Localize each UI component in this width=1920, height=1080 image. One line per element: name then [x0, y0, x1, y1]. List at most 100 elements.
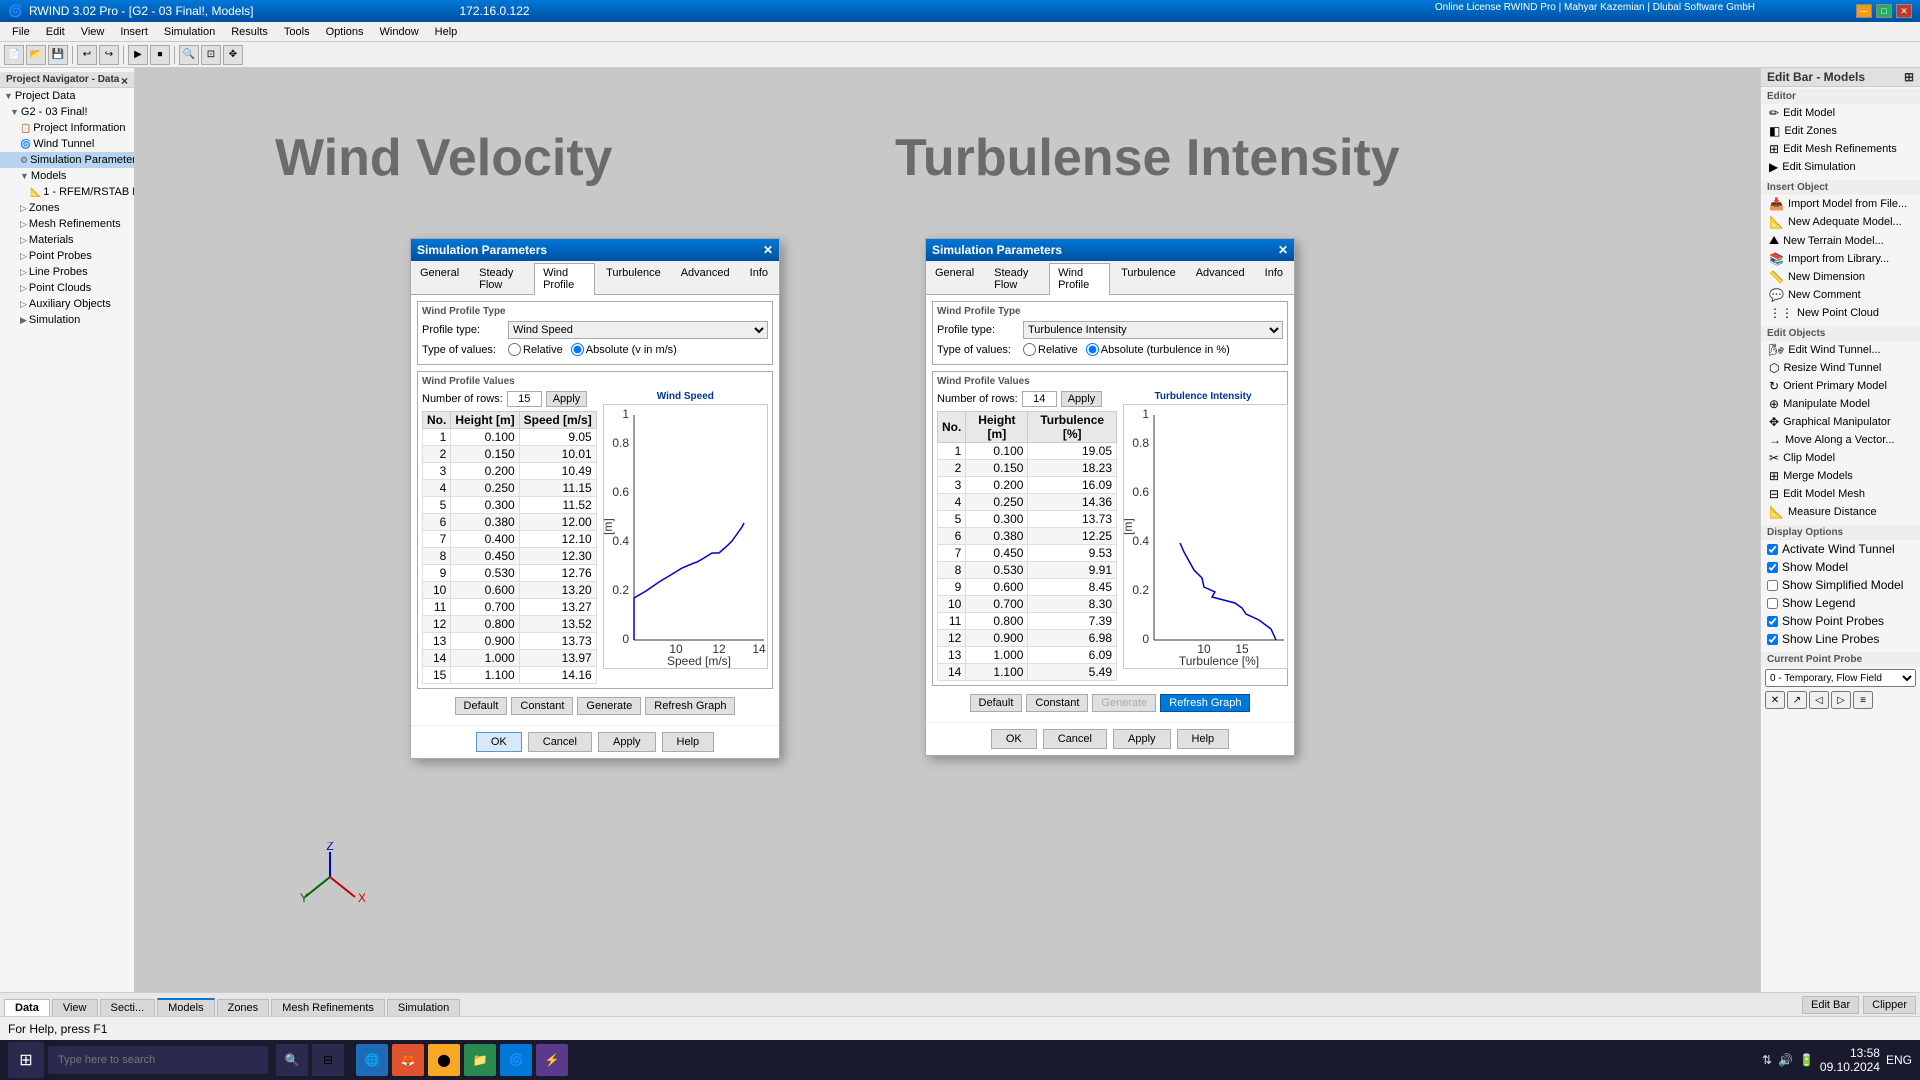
tab-wind-profile[interactable]: Wind Profile [534, 263, 595, 295]
radio-absolute-label[interactable]: Absolute (v in m/s) [571, 343, 677, 356]
tab-turbulence[interactable]: Turbulence [597, 263, 670, 294]
dialog-turb-close-button[interactable]: ✕ [1278, 243, 1288, 257]
new-dimension-item[interactable]: 📏 New Dimension [1761, 268, 1920, 286]
turb-tab-wind-profile[interactable]: Wind Profile [1049, 263, 1110, 295]
new-terrain-item[interactable]: ⛰ New Terrain Model... [1761, 231, 1920, 250]
wind-refresh-graph-button[interactable]: Refresh Graph [645, 697, 735, 715]
tree-item-rfem[interactable]: 📐 1 - RFEM/RSTAB Mo... [0, 184, 134, 200]
wind-rows-input[interactable] [507, 391, 542, 407]
turb-help-button[interactable]: Help [1177, 729, 1230, 749]
toolbar-new[interactable]: 📄 [4, 45, 24, 65]
display-show-model[interactable]: Show Model [1761, 558, 1920, 576]
bottom-tab-mesh-refinements[interactable]: Mesh Refinements [271, 999, 385, 1016]
bottom-tab-secti[interactable]: Secti... [100, 999, 156, 1016]
menu-options[interactable]: Options [318, 24, 372, 40]
bottom-tab-view[interactable]: View [52, 999, 98, 1016]
tree-item-models[interactable]: ▼ Models [0, 168, 134, 184]
graphical-manipulator-item[interactable]: ✥ Graphical Manipulator [1761, 413, 1920, 431]
taskbar-ie-icon[interactable]: 🌐 [356, 1044, 388, 1076]
bottom-tab-models[interactable]: Models [157, 998, 214, 1016]
menu-insert[interactable]: Insert [112, 24, 156, 40]
menu-tools[interactable]: Tools [276, 24, 318, 40]
show-model-checkbox[interactable] [1767, 562, 1778, 573]
turb-apply-button[interactable]: Apply [1113, 729, 1171, 749]
probe-delete-button[interactable]: ✕ [1765, 691, 1785, 709]
taskbar-search-input[interactable] [48, 1046, 268, 1074]
current-probe-select[interactable]: 0 - Temporary, Flow Field [1765, 669, 1916, 687]
taskbar-rwind-icon[interactable]: 🌀 [500, 1044, 532, 1076]
turb-tab-steady-flow[interactable]: Steady Flow [985, 263, 1047, 294]
turb-ok-button[interactable]: OK [991, 729, 1037, 749]
wind-rows-apply-button[interactable]: Apply [546, 391, 588, 407]
edit-model-mesh-item[interactable]: ⊟ Edit Model Mesh [1761, 485, 1920, 503]
menu-file[interactable]: File [4, 24, 38, 40]
toolbar-zoom[interactable]: 🔍 [179, 45, 199, 65]
edit-wind-tunnel-item[interactable]: 🌬 Edit Wind Tunnel... [1761, 341, 1920, 359]
edit-zones-item[interactable]: ◧ Edit Zones [1761, 122, 1920, 140]
manipulate-model-item[interactable]: ⊕ Manipulate Model [1761, 395, 1920, 413]
toolbar-stop[interactable]: ⏹ [150, 45, 170, 65]
turb-default-button[interactable]: Default [970, 694, 1023, 712]
taskbar-file-manager-icon[interactable]: 📁 [464, 1044, 496, 1076]
menu-window[interactable]: Window [372, 24, 427, 40]
radio-relative[interactable] [508, 343, 521, 356]
turb-tab-general[interactable]: General [926, 263, 983, 294]
taskbar-firefox-icon[interactable]: 🦊 [392, 1044, 424, 1076]
turb-constant-button[interactable]: Constant [1026, 694, 1088, 712]
merge-models-item[interactable]: ⊞ Merge Models [1761, 467, 1920, 485]
display-activate-wind-tunnel[interactable]: Activate Wind Tunnel [1761, 540, 1920, 558]
show-point-probes-checkbox[interactable] [1767, 616, 1778, 627]
wind-help-button[interactable]: Help [662, 732, 715, 752]
turb-tab-advanced[interactable]: Advanced [1187, 263, 1254, 294]
new-comment-item[interactable]: 💬 New Comment [1761, 286, 1920, 304]
tree-item-point-clouds[interactable]: ▷ Point Clouds [0, 280, 134, 296]
show-line-probes-checkbox[interactable] [1767, 634, 1778, 645]
probe-list-button[interactable]: ≡ [1853, 691, 1873, 709]
right-panel-collapse-icon[interactable]: ⊞ [1904, 70, 1914, 84]
turb-profile-select[interactable]: Turbulence Intensity [1023, 321, 1283, 339]
toolbar-open[interactable]: 📂 [26, 45, 46, 65]
toolbar-undo[interactable]: ↩ [77, 45, 97, 65]
turb-tab-info[interactable]: Info [1256, 263, 1292, 294]
tree-item-zones[interactable]: ▷ Zones [0, 200, 134, 216]
tab-advanced[interactable]: Advanced [672, 263, 739, 294]
move-along-vector-item[interactable]: → Move Along a Vector... [1761, 431, 1920, 449]
menu-edit[interactable]: Edit [38, 24, 73, 40]
import-model-item[interactable]: 📥 Import Model from File... [1761, 195, 1920, 213]
edit-mesh-item[interactable]: ⊞ Edit Mesh Refinements [1761, 140, 1920, 158]
probe-select-button[interactable]: ↗ [1787, 691, 1807, 709]
new-adequate-item[interactable]: 📐 New Adequate Model... [1761, 213, 1920, 231]
turb-rows-input[interactable] [1022, 391, 1057, 407]
activate-wind-tunnel-checkbox[interactable] [1767, 544, 1778, 555]
taskbar-app-icon[interactable]: ⚡ [536, 1044, 568, 1076]
menu-results[interactable]: Results [223, 24, 276, 40]
wind-ok-button[interactable]: OK [476, 732, 522, 752]
wind-default-button[interactable]: Default [455, 697, 508, 715]
tree-item-point-probes[interactable]: ▷ Point Probes [0, 248, 134, 264]
taskbar-task-view-icon[interactable]: ⊟ [312, 1044, 344, 1076]
edit-simulation-item[interactable]: ▶ Edit Simulation [1761, 158, 1920, 176]
dialog-wind-close-button[interactable]: ✕ [763, 243, 773, 257]
display-show-point-probes[interactable]: Show Point Probes [1761, 612, 1920, 630]
new-point-cloud-item[interactable]: ⋮⋮ New Point Cloud [1761, 304, 1920, 322]
turb-radio-absolute-label[interactable]: Absolute (turbulence in %) [1086, 343, 1230, 356]
turb-radio-absolute[interactable] [1086, 343, 1099, 356]
tree-item-mesh[interactable]: ▷ Mesh Refinements [0, 216, 134, 232]
edit-model-item[interactable]: ✏ Edit Model [1761, 104, 1920, 122]
measure-distance-item[interactable]: 📐 Measure Distance [1761, 503, 1920, 521]
taskbar-cortana-icon[interactable]: 🔍 [276, 1044, 308, 1076]
tree-item-materials[interactable]: ▷ Materials [0, 232, 134, 248]
turb-cancel-button[interactable]: Cancel [1043, 729, 1107, 749]
minimize-button[interactable]: ─ [1856, 4, 1872, 18]
wind-profile-select[interactable]: Wind Speed [508, 321, 768, 339]
menu-view[interactable]: View [73, 24, 113, 40]
bottom-tab-zones[interactable]: Zones [217, 999, 270, 1016]
wind-apply-button[interactable]: Apply [598, 732, 656, 752]
show-simplified-checkbox[interactable] [1767, 580, 1778, 591]
radio-relative-label[interactable]: Relative [508, 343, 563, 356]
toolbar-run[interactable]: ▶ [128, 45, 148, 65]
tree-item-sim-params[interactable]: ⚙ Simulation Parameters [0, 152, 134, 168]
bottom-tab-simulation[interactable]: Simulation [387, 999, 460, 1016]
display-show-line-probes[interactable]: Show Line Probes [1761, 630, 1920, 648]
menu-help[interactable]: Help [427, 24, 466, 40]
